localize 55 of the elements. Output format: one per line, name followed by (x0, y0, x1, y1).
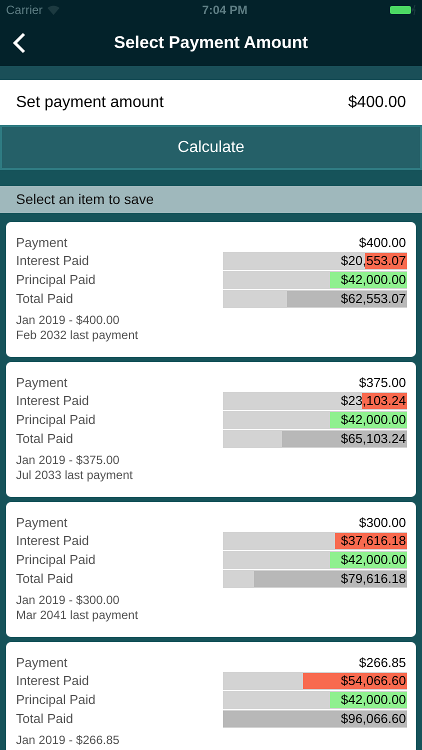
back-chevron-icon (12, 32, 26, 54)
schedule-note: Jan 2019 - $375.00 (16, 453, 120, 468)
payment-amount-row[interactable]: Set payment amount $400.00 (0, 80, 422, 125)
bar-value: $62,553.07 (340, 290, 406, 308)
payment-value: $375.00 (359, 374, 406, 392)
battery-icon (390, 5, 416, 15)
section-header: Select an item to save (0, 186, 422, 213)
screen-title: Select Payment Amount (114, 32, 308, 54)
bar-label: Interest Paid (16, 252, 89, 270)
bar-value: $42,000.00 (340, 410, 406, 428)
bar-label: Total Paid (16, 570, 74, 588)
payment-value: $400.00 (359, 234, 406, 252)
bar-value: $79,616.18 (340, 570, 406, 588)
bar-label: Principal Paid (16, 270, 96, 289)
payment-option-card[interactable]: Payment $300.00 Interest Paid $37,616.18 Principal Paid $42,000.00 Total Paid $79,616.18 Jan 2019 - $300.00 Mar 2041 last payment (6, 502, 416, 637)
bar-value: $54,066.60 (340, 672, 406, 690)
bar-value: $23,103.24 (340, 392, 406, 410)
payment-option-card[interactable]: Payment $400.00 Interest Paid $20,553.07 Principal Paid $42,000.00 Total Paid $62,553.07 Jan 2019 - $400.00 Feb 2032 last payment (6, 222, 416, 357)
schedule-note: Jul 2033 last payment (16, 468, 134, 483)
bar-value: $65,103.24 (340, 430, 406, 448)
bar-value: $37,616.18 (340, 532, 406, 550)
clock-time: 7:04 PM (202, 2, 248, 19)
bar-label: Total Paid (16, 290, 74, 308)
bar-label: Total Paid (16, 710, 74, 728)
bar-label: Interest Paid (16, 532, 89, 550)
payment-label: Payment (16, 234, 68, 252)
payment-label: Payment (16, 374, 68, 392)
bar-label: Interest Paid (16, 672, 89, 690)
payment-value: $266.85 (359, 654, 406, 672)
amount-value: $400.00 (348, 92, 406, 112)
wifi-icon (46, 5, 60, 15)
payment-value: $300.00 (359, 514, 406, 532)
schedule-note: Feb 2032 last payment (16, 328, 140, 343)
bar-value: $42,000.00 (340, 550, 406, 568)
bar-value: $42,000.00 (340, 270, 406, 288)
schedule-note: Mar 2041 last payment (16, 608, 140, 623)
carrier-label: Carrier (6, 2, 43, 19)
bar-value: $42,000.00 (340, 690, 406, 708)
payment-label: Payment (16, 514, 68, 532)
schedule-note: Jan 2019 - $300.00 (16, 593, 120, 608)
calculate-button[interactable]: Calculate (0, 125, 422, 170)
schedule-note: Jan 2019 - $400.00 (16, 313, 120, 328)
amount-label: Set payment amount (16, 92, 164, 112)
bar-value: $96,066.60 (340, 710, 406, 728)
bar-label: Principal Paid (16, 690, 96, 709)
payment-label: Payment (16, 654, 68, 672)
bar-label: Interest Paid (16, 392, 89, 410)
bar-label: Principal Paid (16, 410, 96, 429)
bar-value: $20,553.07 (340, 252, 406, 270)
payment-option-card[interactable]: Payment $266.85 Interest Paid $54,066.60 Principal Paid $42,000.00 Total Paid $96,066.60 Jan 2019 - $266.85 (6, 642, 416, 750)
schedule-note: Jan 2019 - $266.85 (16, 733, 120, 748)
back-button[interactable] (12, 32, 28, 54)
payment-option-card[interactable]: Payment $375.00 Interest Paid $23,103.24 Principal Paid $42,000.00 Total Paid $65,103.24 Jan 2019 - $375.00 Jul 2033 last payment (6, 362, 416, 497)
bar-label: Principal Paid (16, 550, 96, 569)
bar-label: Total Paid (16, 430, 74, 448)
